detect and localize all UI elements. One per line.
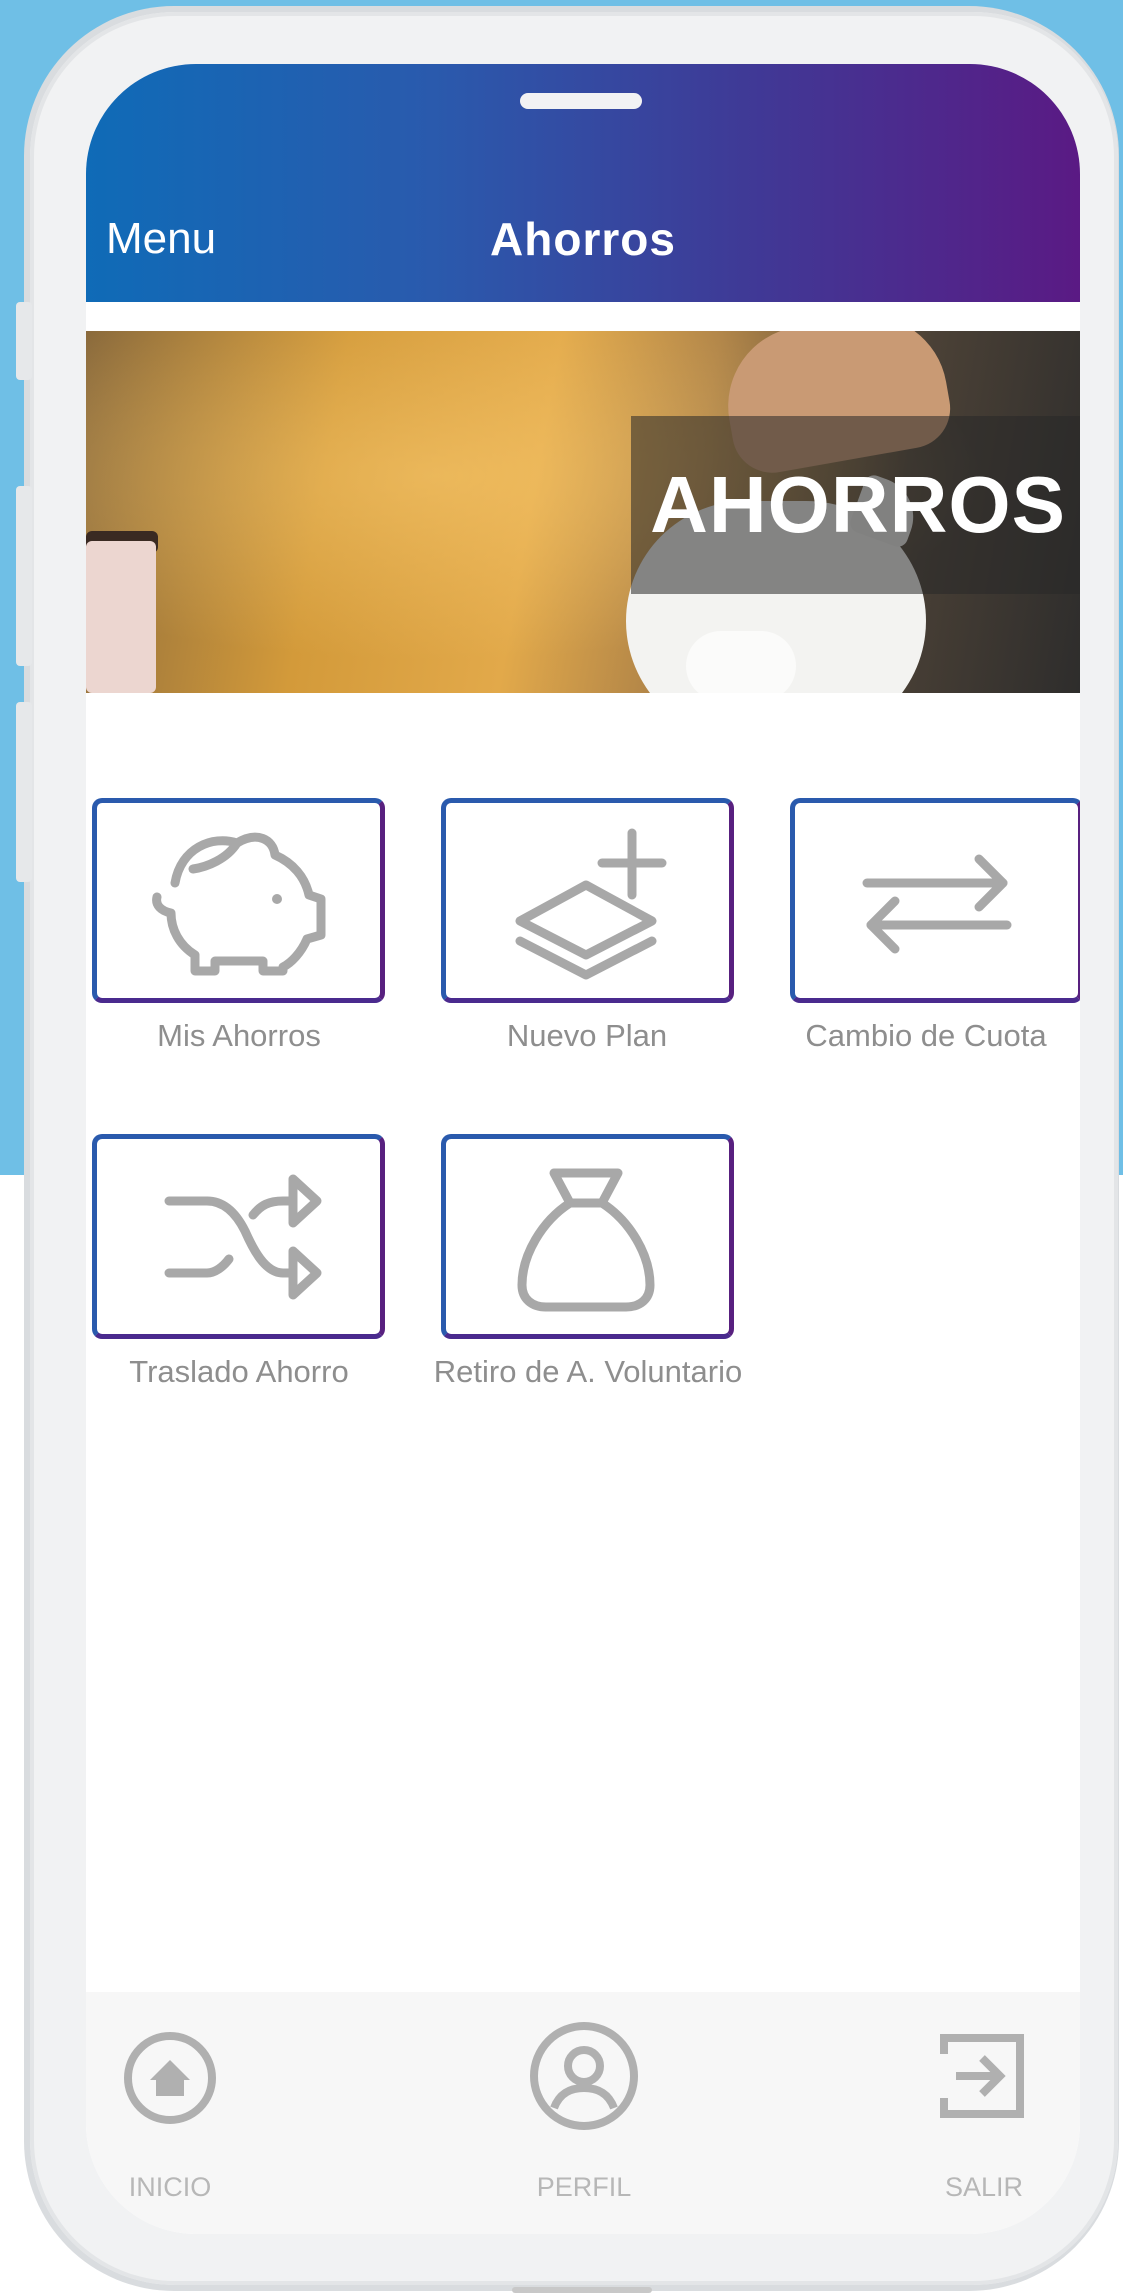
tile-mis-ahorros[interactable]: [92, 798, 385, 1003]
tile-nuevo-plan[interactable]: [441, 798, 734, 1003]
layers-plus-icon: [515, 828, 667, 980]
bottom-navigation: INICIO PERFIL SALIR: [86, 1992, 1080, 2234]
nav-profile-button[interactable]: PERFIL: [476, 1992, 696, 2234]
nav-home-label: INICIO: [128, 2172, 212, 2202]
phone-volume-down: [16, 702, 32, 882]
home-indicator: [512, 2287, 652, 2293]
tile-retiro-voluntario[interactable]: [441, 1134, 734, 1339]
nav-logout-label: SALIR: [944, 2172, 1024, 2202]
home-icon: [124, 2032, 216, 2124]
tile-label-cambio-de-cuota: Cambio de Cuota: [805, 1018, 1047, 1053]
nav-logout-button[interactable]: SALIR: [906, 1992, 1080, 2234]
banner-piggy-snout: [686, 631, 796, 693]
phone-mute-switch: [16, 302, 32, 380]
page-title: Ahorros: [490, 213, 676, 265]
swap-arrows-icon: [862, 854, 1012, 954]
tile-label-mis-ahorros: Mis Ahorros: [157, 1018, 321, 1053]
tile-cambio-de-cuota[interactable]: [790, 798, 1080, 1003]
phone-volume-up: [16, 486, 32, 666]
tile-label-retiro-voluntario: Retiro de A. Voluntario: [433, 1354, 743, 1389]
banner-title: AHORROS: [650, 460, 1066, 549]
logout-icon: [940, 2034, 1024, 2118]
profile-icon: [530, 2022, 638, 2130]
tile-label-traslado-ahorro: Traslado Ahorro: [129, 1354, 349, 1389]
piggy-bank-icon: [152, 832, 326, 976]
app-screen: Menu Ahorros AHORROS Mis Ahorros Nuevo P…: [86, 64, 1080, 2234]
notch-indicator: [520, 93, 642, 109]
nav-home-button[interactable]: INICIO: [86, 1992, 306, 2234]
tile-label-nuevo-plan: Nuevo Plan: [506, 1018, 668, 1053]
app-header: Menu Ahorros: [86, 64, 1080, 302]
nav-profile-label: PERFIL: [536, 2172, 632, 2202]
shuffle-icon: [164, 1174, 322, 1300]
hero-banner: AHORROS: [86, 331, 1080, 693]
banner-cup: [86, 541, 156, 693]
tile-traslado-ahorro[interactable]: [92, 1134, 385, 1339]
money-bag-icon: [517, 1168, 655, 1312]
